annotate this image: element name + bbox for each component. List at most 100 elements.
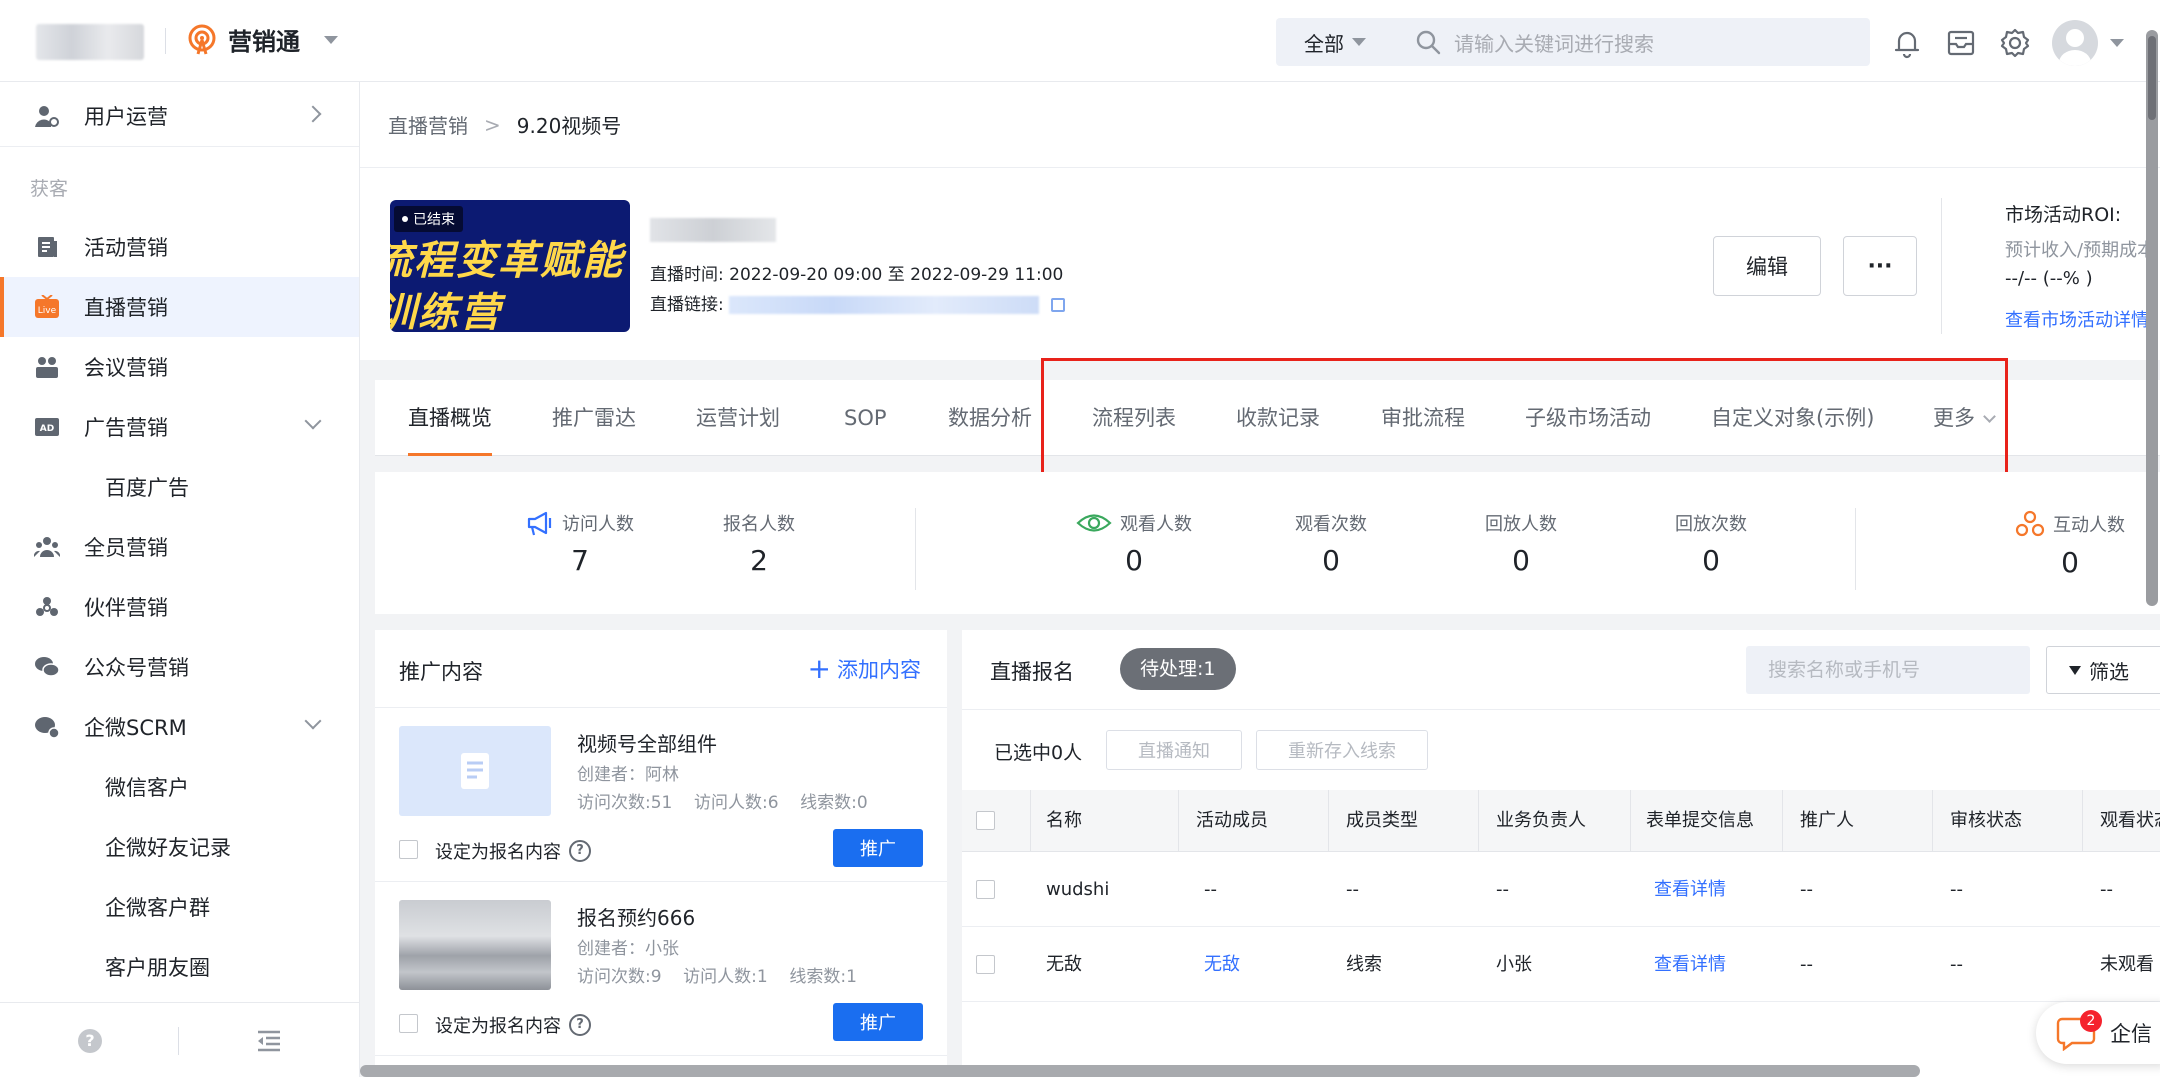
view-details-link[interactable]: 查看详情 [1654,852,1726,927]
registration-header: 直播报名 待处理:1 搜索名称或手机号 筛选 [962,630,2160,710]
more-actions-button[interactable]: ··· [1843,236,1917,296]
vertical-scrollbar-thumb[interactable] [2148,36,2156,120]
row-checkbox[interactable] [976,955,995,974]
help-icon[interactable]: ? [569,840,591,862]
status-badge-label: 已结束 [413,212,455,228]
sidebar-item-wechat-customers[interactable]: 微信客户 [0,757,359,817]
content-name: 报名预约666 [577,906,696,930]
cover-text-line2: 训练营 [390,290,502,332]
tab-custom-object[interactable]: 自定义对象(示例) [1711,380,1874,456]
row-checkbox[interactable] [976,880,995,899]
copy-icon[interactable] [1050,298,1065,312]
sidebar-item-label: 企微客户群 [105,896,210,920]
promote-button[interactable]: 推广 [833,1003,923,1041]
cell-owner: -- [1496,879,1509,900]
table-row: wudshi -- -- -- 查看详情 -- -- -- [962,852,2160,927]
content-visitors: 访问人数:6 [693,793,779,813]
tab-data-analysis[interactable]: 数据分析 [948,380,1032,456]
add-content-button[interactable]: + 添加内容 [808,654,921,684]
chat-widget[interactable]: 2 企信 [2036,1002,2160,1064]
tab-overview[interactable]: 直播概览 [408,380,492,456]
sidebar-item-official-account[interactable]: 公众号营销 [0,637,359,697]
tab-sop[interactable]: SOP [844,380,887,456]
registration-search-input[interactable]: 搜索名称或手机号 [1746,646,2030,694]
cell-review-status: -- [1950,954,1963,975]
tab-sub-activities[interactable]: 子级市场活动 [1525,380,1651,456]
set-as-registration-checkbox[interactable] [399,1014,418,1033]
divider [178,1027,179,1055]
cell-view-status: -- [2100,879,2113,900]
roi-detail-link[interactable]: 查看市场活动详情 [2005,306,2149,332]
help-icon[interactable]: ? [78,1029,102,1053]
tab-approval-flow[interactable]: 审批流程 [1381,380,1465,456]
inbox-icon[interactable] [1944,26,1978,60]
collapse-sidebar-icon[interactable] [256,1029,282,1053]
list-item: 报名预约666 创建者：小张 访问次数:9 访问人数:1 线索数:1 设定为报名… [375,882,947,1056]
column-header[interactable]: 审核状态 [1950,790,2022,852]
sidebar-item-moments[interactable]: 客户朋友圈 [0,937,359,997]
app-switcher[interactable]: 营销通 [186,22,338,57]
sidebar-item-partner[interactable]: 伙伴营销 [0,577,359,637]
sidebar-item-baidu-ads[interactable]: 百度广告 [0,457,359,517]
horizontal-scrollbar[interactable] [360,1065,1920,1077]
resave-leads-button[interactable]: 重新存入线索 [1256,730,1428,770]
column-header[interactable]: 表单提交信息 [1646,790,1754,852]
set-as-registration-checkbox[interactable] [399,840,418,859]
column-header[interactable]: 观看状态 [2100,790,2160,852]
sidebar-item-scrm[interactable]: 企微SCRM [0,697,359,757]
sidebar-item-live[interactable]: Live 直播营销 [0,277,359,337]
edit-button[interactable]: 编辑 [1713,236,1821,296]
global-search[interactable]: 全部 请输入关键词进行搜索 [1276,18,1870,66]
sidebar-item-activity[interactable]: 活动营销 [0,217,359,277]
chevron-down-icon[interactable] [2110,39,2124,47]
sidebar-item-friend-records[interactable]: 企微好友记录 [0,817,359,877]
live-link-url-redacted[interactable] [729,296,1040,314]
avatar[interactable] [2052,20,2098,66]
view-details-link[interactable]: 查看详情 [1654,927,1726,1002]
sidebar-item-label: 公众号营销 [84,656,189,680]
sidebar-item-label: 企微好友记录 [105,836,231,860]
column-header[interactable]: 业务负责人 [1496,790,1586,852]
column-header[interactable]: 推广人 [1800,790,1854,852]
filter-button[interactable]: 筛选 [2046,646,2160,694]
gear-icon[interactable] [1998,26,2032,60]
sidebar-item-ads[interactable]: AD 广告营销 [0,397,359,457]
column-header[interactable]: 活动成员 [1196,790,1268,852]
stat-label: 互动人数 [2053,515,2125,536]
breadcrumb-parent-link[interactable]: 直播营销 [388,110,468,139]
bell-icon[interactable] [1890,26,1924,60]
help-icon[interactable]: ? [569,1014,591,1036]
live-notify-button[interactable]: 直播通知 [1106,730,1242,770]
stat-interactions: 互动人数 0 [1995,510,2145,579]
cell-review-status: -- [1950,879,1963,900]
sidebar-item-user-ops[interactable]: 用户运营 [0,86,359,146]
divider [1178,790,1179,852]
content-leads: 线索数:1 [789,967,857,987]
column-header[interactable]: 成员类型 [1346,790,1418,852]
member-link[interactable]: 无敌 [1204,927,1240,1002]
column-header[interactable]: 名称 [1046,790,1082,852]
sidebar-item-customer-groups[interactable]: 企微客户群 [0,877,359,937]
megaphone-icon [527,511,552,536]
checkbox-label: 设定为报名内容 ? [435,838,591,864]
pending-filter-pill[interactable]: 待处理:1 [1120,648,1236,690]
divider [1855,508,1856,590]
select-all-checkbox[interactable] [976,811,995,830]
sidebar: 用户运营 获客 活动营销 Live 直播营销 会议营销 AD 广告营销 百度广告 [0,82,360,1077]
cell-promoter: -- [1800,879,1813,900]
plus-icon: + [807,652,831,685]
tab-more[interactable]: 更多 [1933,380,1996,456]
tab-promo-radar[interactable]: 推广雷达 [552,380,636,456]
meeting-icon [32,352,62,382]
tab-process-list[interactable]: 流程列表 [1092,380,1176,456]
search-scope-select[interactable]: 全部 [1276,28,1386,57]
sidebar-item-all-staff[interactable]: 全员营销 [0,517,359,577]
tab-ops-plan[interactable]: 运营计划 [696,380,780,456]
tab-payment-records[interactable]: 收款记录 [1236,380,1320,456]
content-visits: 访问次数:51 [577,793,673,813]
search-input[interactable]: 请输入关键词进行搜索 [1454,28,1654,57]
registration-title: 直播报名 [990,660,1074,684]
promote-button[interactable]: 推广 [833,829,923,867]
stat-registrants: 报名人数 2 [711,510,807,577]
sidebar-item-meeting[interactable]: 会议营销 [0,337,359,397]
